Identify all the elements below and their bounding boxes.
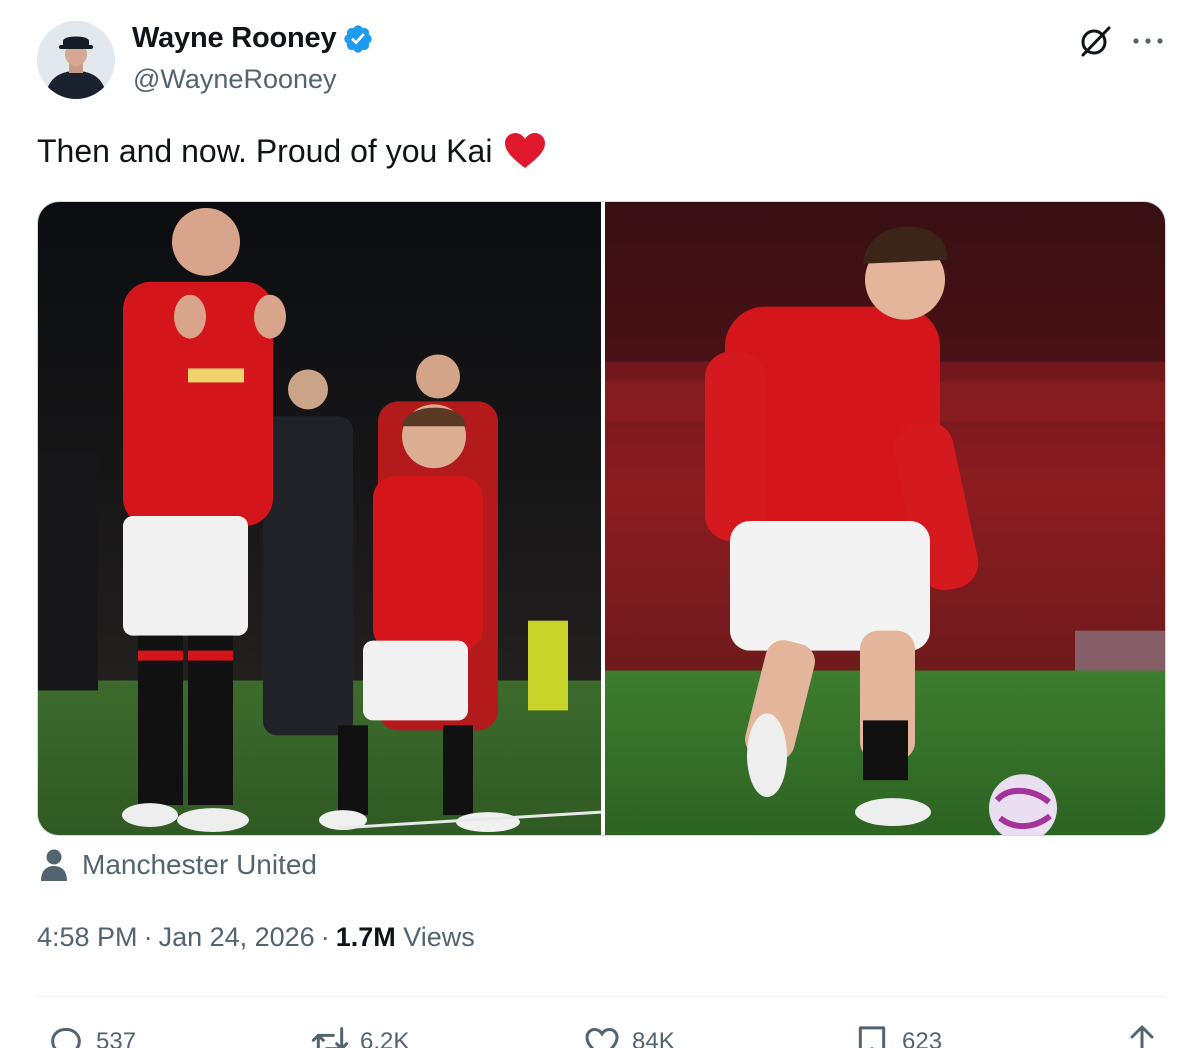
tweet-body: Then and now. Proud of you Kai: [37, 132, 493, 169]
more-options-icon[interactable]: [1130, 26, 1166, 56]
author-handle[interactable]: @WayneRooney: [133, 64, 337, 95]
tweet-card: Wayne Rooney @WayneRooney Then and now. …: [0, 0, 1184, 1048]
share-icon: [1130, 1025, 1154, 1048]
retweet-icon: [311, 1027, 349, 1048]
retweet-count: 6.2K: [360, 1028, 410, 1048]
person-icon: [41, 849, 67, 881]
reply-button[interactable]: 537: [46, 1022, 136, 1048]
media-grid: [37, 201, 1166, 836]
avatar-image: [37, 21, 115, 99]
grok-icon[interactable]: [1078, 24, 1112, 58]
heart-emoji-icon: [505, 133, 546, 168]
meta-separator: ·: [320, 922, 330, 952]
author-avatar[interactable]: [37, 21, 115, 99]
author-display-name[interactable]: Wayne Rooney: [132, 22, 337, 55]
reply-icon: [51, 1028, 81, 1048]
tweet-time[interactable]: 4:58 PM: [37, 922, 138, 952]
tweet-date[interactable]: Jan 24, 2026: [159, 922, 315, 952]
location-tag[interactable]: Manchester United: [40, 848, 317, 882]
tweet-meta: 4:58 PM · Jan 24, 2026 · 1.7M Views: [37, 922, 475, 953]
verified-badge-icon[interactable]: [342, 23, 374, 55]
views-count[interactable]: 1.7M: [336, 922, 396, 952]
views-label[interactable]: Views: [403, 922, 475, 952]
author-name-row: Wayne Rooney: [132, 22, 374, 55]
like-heart-icon: [585, 1027, 619, 1048]
location-label[interactable]: Manchester United: [82, 849, 317, 881]
photo-now-playing[interactable]: [605, 202, 1165, 835]
like-button[interactable]: 84K: [582, 1022, 675, 1048]
bookmark-count: 623: [902, 1028, 943, 1048]
divider: [37, 996, 1166, 997]
bookmark-icon: [858, 1026, 886, 1048]
bookmark-button[interactable]: 623: [852, 1022, 942, 1048]
like-count: 84K: [632, 1028, 675, 1048]
share-button[interactable]: [1122, 1022, 1172, 1048]
reply-count: 537: [96, 1028, 137, 1048]
photo-then-old-trafford[interactable]: [38, 202, 601, 835]
tweet-text: Then and now. Proud of you Kai: [37, 132, 546, 170]
meta-separator: ·: [143, 922, 153, 952]
retweet-button[interactable]: 6.2K: [310, 1022, 409, 1048]
